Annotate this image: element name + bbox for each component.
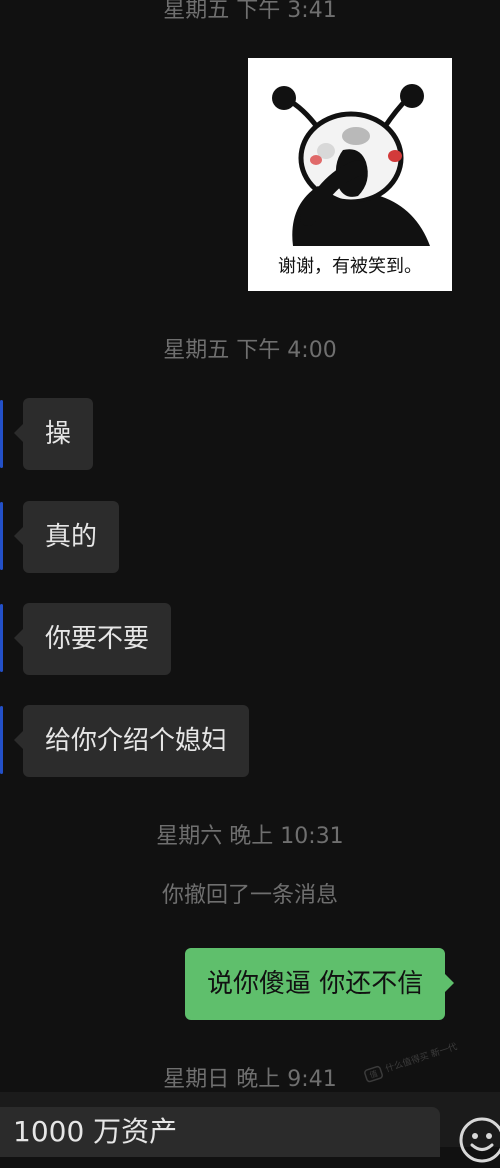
message-input[interactable]: 1000 万资产 <box>0 1107 440 1157</box>
message-bubble-received[interactable]: 给你介绍个媳妇 <box>13 705 250 777</box>
timestamp: 星期五 下午 4:00 <box>163 338 337 363</box>
sticker-caption: 谢谢，有被笑到。 <box>278 256 422 277</box>
avatar[interactable] <box>0 604 3 672</box>
message-bubble-sent[interactable]: 说你傻逼 你还不信 <box>185 948 455 1020</box>
timestamp: 星期日 晚上 9:41 <box>163 1067 337 1092</box>
message-bubble-received[interactable]: 操 <box>13 398 94 470</box>
avatar[interactable] <box>0 502 3 570</box>
emoji-button[interactable] <box>458 1116 500 1164</box>
avatar[interactable] <box>0 706 3 774</box>
timestamp: 星期五 下午 3:41 <box>163 0 337 23</box>
watermark-logo: 值 <box>364 1065 383 1083</box>
input-bar: 1000 万资产 <box>0 1092 500 1157</box>
timestamp: 星期六 晚上 10:31 <box>156 824 344 849</box>
message-bubble-received[interactable]: 真的 <box>13 501 120 573</box>
svg-text:值: 值 <box>368 1068 379 1080</box>
avatar[interactable] <box>0 400 3 468</box>
smiley-face-icon <box>459 1117 500 1163</box>
message-bubble-received[interactable]: 你要不要 <box>13 603 172 675</box>
recall-notice: 你撤回了一条消息 <box>161 883 338 908</box>
sticker-image[interactable]: 谢谢，有被笑到。 <box>248 58 452 291</box>
